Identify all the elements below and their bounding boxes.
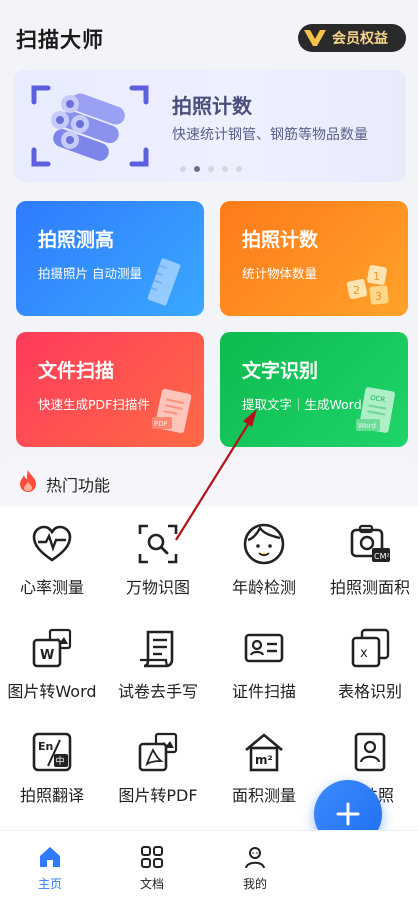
- pagination-dot: [222, 166, 228, 172]
- vip-label: 会员权益: [332, 31, 388, 47]
- nav-documents[interactable]: 文档: [122, 845, 182, 892]
- pagination-dot: [208, 166, 214, 172]
- ocr-doc-icon: OCR Word: [354, 387, 398, 441]
- image-to-word-icon: W: [32, 628, 72, 668]
- svg-text:CM²: CM²: [374, 552, 390, 561]
- profile-icon: [245, 847, 265, 869]
- face-icon: [243, 523, 285, 565]
- svg-text:W: W: [40, 648, 54, 663]
- card-file-scan[interactable]: 文件扫描 快速生成PDF扫描件 PDF: [16, 332, 204, 447]
- svg-text:m²: m²: [255, 753, 273, 767]
- pagination-dot: [180, 166, 186, 172]
- plus-icon: [336, 802, 360, 826]
- banner-subtitle: 快速统计钢管、钢筋等物品数量: [172, 127, 368, 143]
- feature-image-search[interactable]: 万物识图: [106, 522, 210, 598]
- svg-text:Word: Word: [358, 422, 376, 430]
- hot-features-header: 热门功能: [0, 458, 418, 506]
- camera-area-icon: CM²: [350, 524, 390, 562]
- home-icon: [40, 847, 60, 867]
- feature-age-detect[interactable]: 年龄检测: [212, 522, 316, 598]
- svg-text:中: 中: [56, 755, 65, 767]
- feature-label: 图片转PDF: [118, 786, 198, 805]
- paper-scroll-icon: [140, 630, 174, 668]
- card-text-ocr[interactable]: 文字识别 提取文字｜生成Word OCR Word: [220, 332, 408, 447]
- svg-text:2: 2: [353, 284, 360, 297]
- heart-rate-icon: [32, 525, 72, 562]
- feature-label: 拍照翻译: [19, 786, 84, 805]
- feature-label: 万物识图: [125, 578, 190, 597]
- pagination-dot: [236, 166, 242, 172]
- id-card-icon: [244, 633, 284, 663]
- feature-photo-area[interactable]: CM² 拍照测面积: [318, 522, 418, 598]
- card-subtitle: 快速生成PDF扫描件: [38, 397, 150, 412]
- banner-pagination: [180, 166, 242, 172]
- flame-icon: [18, 469, 38, 497]
- feature-image-to-word[interactable]: W 图片转Word: [0, 626, 104, 702]
- card-title: 文件扫描: [38, 360, 115, 382]
- svg-text:3: 3: [375, 290, 382, 303]
- vip-v-icon: [298, 24, 332, 52]
- card-subtitle: 统计物体数量: [242, 266, 318, 281]
- bottom-nav: 主页 文档 我的: [0, 830, 418, 900]
- nav-label: 主页: [37, 877, 62, 891]
- card-title: 拍照计数: [242, 229, 319, 251]
- card-title: 拍照测高: [38, 229, 115, 251]
- feature-label: 拍照测面积: [329, 578, 410, 597]
- app-title: 扫描大师: [16, 28, 104, 52]
- svg-text:En: En: [38, 740, 53, 753]
- nav-label: 文档: [139, 877, 164, 891]
- feature-image-to-pdf[interactable]: 图片转PDF: [106, 730, 210, 806]
- svg-text:x: x: [360, 646, 368, 661]
- id-photo-icon: [354, 732, 386, 772]
- feature-label: 年龄检测: [231, 578, 296, 597]
- feature-label: 表格识别: [337, 682, 402, 701]
- top-bar: 扫描大师 会员权益: [0, 0, 418, 70]
- vip-benefits-button[interactable]: 会员权益: [298, 24, 406, 52]
- feature-area-measure[interactable]: m² 面积测量: [212, 730, 316, 806]
- card-subtitle: 拍摄照片 自动测量: [38, 266, 142, 281]
- ruler-icon: [144, 256, 194, 310]
- nav-home[interactable]: 主页: [20, 845, 80, 892]
- card-photo-height[interactable]: 拍照测高 拍摄照片 自动测量: [16, 201, 204, 316]
- feature-photo-translate[interactable]: En 中 拍照翻译: [0, 730, 104, 806]
- nav-label: 我的: [242, 877, 267, 891]
- table-x-icon: x: [351, 628, 390, 668]
- pdf-doc-icon: PDF: [150, 388, 194, 441]
- feature-label: 心率测量: [19, 578, 84, 597]
- steel-pipes-icon: [30, 82, 150, 174]
- card-subtitle: 提取文字｜生成Word: [242, 397, 362, 412]
- grid-icon: [141, 846, 163, 868]
- translate-icon: En 中: [32, 732, 72, 772]
- feature-remove-handwriting[interactable]: 试卷去手写: [106, 626, 210, 702]
- feature-label: 图片转Word: [7, 682, 97, 701]
- hot-features-title: 热门功能: [46, 476, 111, 495]
- nav-profile[interactable]: 我的: [225, 845, 285, 892]
- card-title: 文字识别: [242, 360, 319, 382]
- svg-text:1: 1: [373, 270, 380, 283]
- feature-label: 面积测量: [231, 786, 296, 805]
- feature-table-recognize[interactable]: x 表格识别: [318, 626, 418, 702]
- image-to-pdf-icon: [138, 732, 178, 772]
- pagination-dot-active: [194, 166, 200, 172]
- svg-text:PDF: PDF: [154, 420, 168, 428]
- image-search-icon: [138, 524, 178, 564]
- banner-title: 拍照计数: [172, 94, 252, 118]
- feature-id-scan[interactable]: 证件扫描: [212, 626, 316, 702]
- number-blocks-icon: 2 1 3: [344, 260, 398, 310]
- feature-label: 证件扫描: [231, 682, 296, 701]
- card-photo-count[interactable]: 拍照计数 统计物体数量 2 1 3: [220, 201, 408, 316]
- house-area-icon: m²: [245, 733, 283, 772]
- feature-label: 试卷去手写: [117, 682, 198, 701]
- feature-heart-rate[interactable]: 心率测量: [0, 522, 104, 598]
